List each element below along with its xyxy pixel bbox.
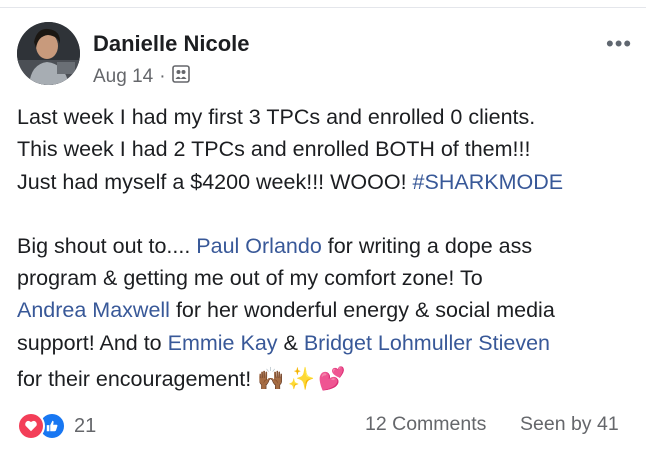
post-date[interactable]: Aug 14	[93, 66, 153, 88]
post-line: Andrea Maxwell for her wonderful energy …	[17, 294, 637, 326]
love-reaction-icon	[17, 412, 45, 440]
post-text: for her wonderful energy & social media	[169, 298, 555, 323]
mention-andrea-maxwell[interactable]: Andrea Maxwell	[17, 298, 170, 322]
mention-bridget-lohmuller-stieven[interactable]: Bridget Lohmuller Stieven	[304, 331, 550, 355]
post-text: Just had myself a $4200 week!!! WOOO!	[17, 169, 413, 194]
post-meta: Aug 14 ·	[93, 65, 190, 89]
post-line: This week I had 2 TPCs and enrolled BOTH…	[17, 137, 531, 162]
mention-emmie-kay[interactable]: Emmie Kay	[168, 331, 278, 355]
group-icon	[171, 65, 190, 89]
comments-link[interactable]: 12 Comments	[365, 413, 486, 436]
seen-by-link[interactable]: Seen by 41	[520, 413, 619, 436]
post-line: for their encouragement! 🙌🏾✨💕	[17, 363, 637, 395]
post-line: Just had myself a $4200 week!!! WOOO! #S…	[17, 166, 637, 198]
post-body: Last week I had my first 3 TPCs and enro…	[17, 101, 637, 395]
more-options-icon[interactable]: •••	[606, 31, 632, 57]
reaction-count[interactable]: 21	[74, 415, 96, 438]
post-text: for writing a dope ass	[321, 233, 533, 258]
post-line: Big shout out to.... Paul Orlando for wr…	[17, 230, 637, 262]
hashtag-link[interactable]: #SHARKMODE	[413, 170, 564, 194]
avatar[interactable]	[17, 22, 80, 85]
author-name[interactable]: Danielle Nicole	[93, 31, 250, 57]
meta-separator: ·	[159, 66, 166, 87]
post-footer: 21 12 Comments Seen by 41	[17, 410, 633, 440]
profile-photo	[17, 22, 80, 85]
mention-paul-orlando[interactable]: Paul Orlando	[196, 234, 322, 258]
post-line: support! And to Emmie Kay & Bridget Lohm…	[17, 327, 637, 359]
post-text: support! And to	[17, 330, 168, 355]
top-divider	[0, 7, 646, 8]
post-text: &	[277, 330, 304, 355]
reactions-summary[interactable]: 21	[17, 412, 96, 440]
post-text: for their encouragement!	[17, 367, 252, 392]
post-line: program & getting me out of my comfort z…	[17, 266, 483, 291]
emoji-group: 🙌🏾✨💕	[257, 366, 349, 392]
post-text: Big shout out to....	[17, 233, 197, 258]
post-line: Last week I had my first 3 TPCs and enro…	[17, 105, 536, 129]
